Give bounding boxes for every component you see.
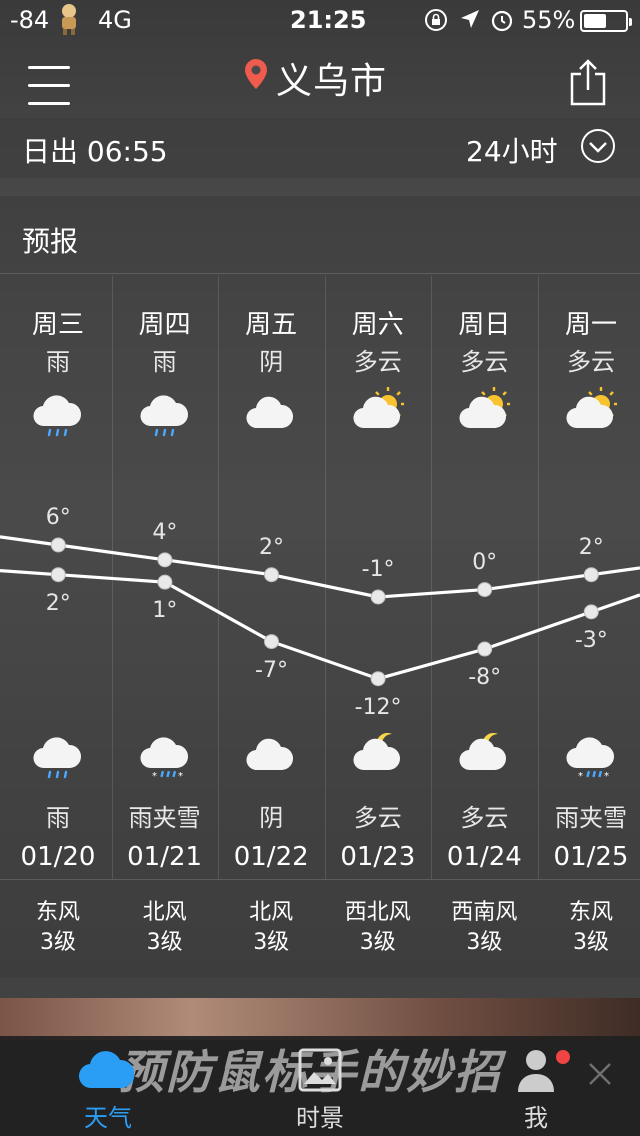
high-temp-point — [157, 552, 173, 568]
low-temp-label: -8° — [468, 665, 502, 690]
image-icon — [298, 1048, 342, 1092]
low-temp-point — [370, 671, 386, 687]
high-temp-point — [50, 537, 66, 553]
high-temp-point — [264, 567, 279, 583]
high-temp-point — [583, 567, 599, 583]
low-temp-label: 2° — [45, 590, 71, 616]
high-temp-line — [0, 535, 640, 599]
high-temp-label: 4° — [152, 519, 178, 545]
high-temp-label: 0° — [472, 549, 498, 575]
high-temp-point — [477, 582, 493, 598]
low-temp-label: -7° — [255, 657, 288, 683]
low-temp-label: -12° — [354, 694, 402, 720]
tab-scene-icon[interactable] — [298, 1048, 342, 1096]
high-temp-label: -1° — [361, 557, 395, 582]
high-temp-point — [370, 589, 386, 605]
low-temp-point — [157, 574, 173, 590]
high-temp-label: 2° — [578, 534, 604, 560]
high-temp-label: 6° — [45, 504, 71, 530]
low-temp-line — [0, 569, 640, 681]
tab-me-icon[interactable] — [516, 1048, 556, 1096]
ad-banner[interactable] — [0, 998, 640, 1040]
notification-dot — [556, 1050, 570, 1064]
close-icon — [589, 1063, 611, 1085]
tab-scene[interactable]: 时景 — [260, 1098, 380, 1133]
low-temp-point — [264, 634, 279, 650]
tab-weather-icon[interactable] — [78, 1046, 135, 1096]
high-temp-label: 2° — [259, 534, 284, 560]
tab-weather[interactable]: 天气 — [48, 1098, 168, 1133]
tab-me[interactable]: 我 — [476, 1098, 596, 1133]
close-ad-button[interactable] — [586, 1060, 614, 1092]
temperature-chart — [0, 535, 640, 687]
low-temp-label: 1° — [152, 598, 178, 624]
low-temp-point — [50, 567, 66, 583]
cloud-icon — [78, 1051, 135, 1089]
person-icon — [518, 1050, 554, 1092]
low-temp-point — [583, 604, 599, 620]
low-temp-label: -3° — [574, 627, 608, 653]
low-temp-point — [477, 641, 493, 657]
